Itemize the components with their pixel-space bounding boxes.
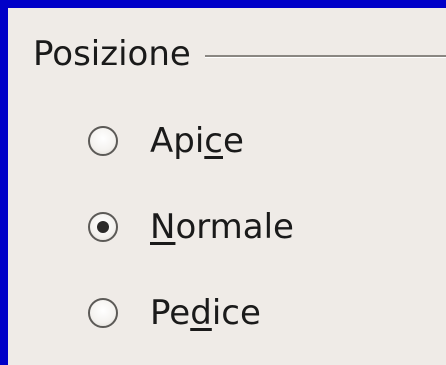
radio-button-icon[interactable] xyxy=(88,298,118,328)
radio-option-normale[interactable]: Normale xyxy=(88,202,294,252)
position-group-header: Posizione xyxy=(33,30,446,78)
radio-option-apice[interactable]: Apice xyxy=(88,116,244,166)
radio-button-icon[interactable] xyxy=(88,126,118,156)
radio-button-icon[interactable] xyxy=(88,212,118,242)
radio-label: Normale xyxy=(150,207,294,247)
group-title: Posizione xyxy=(33,34,191,74)
radio-label: Pedice xyxy=(150,293,261,333)
radio-option-pedice[interactable]: Pedice xyxy=(88,288,261,338)
radio-label: Apice xyxy=(150,121,244,161)
dialog-panel: Posizione Apice Normale Pedice xyxy=(8,8,446,365)
group-separator xyxy=(204,54,446,58)
